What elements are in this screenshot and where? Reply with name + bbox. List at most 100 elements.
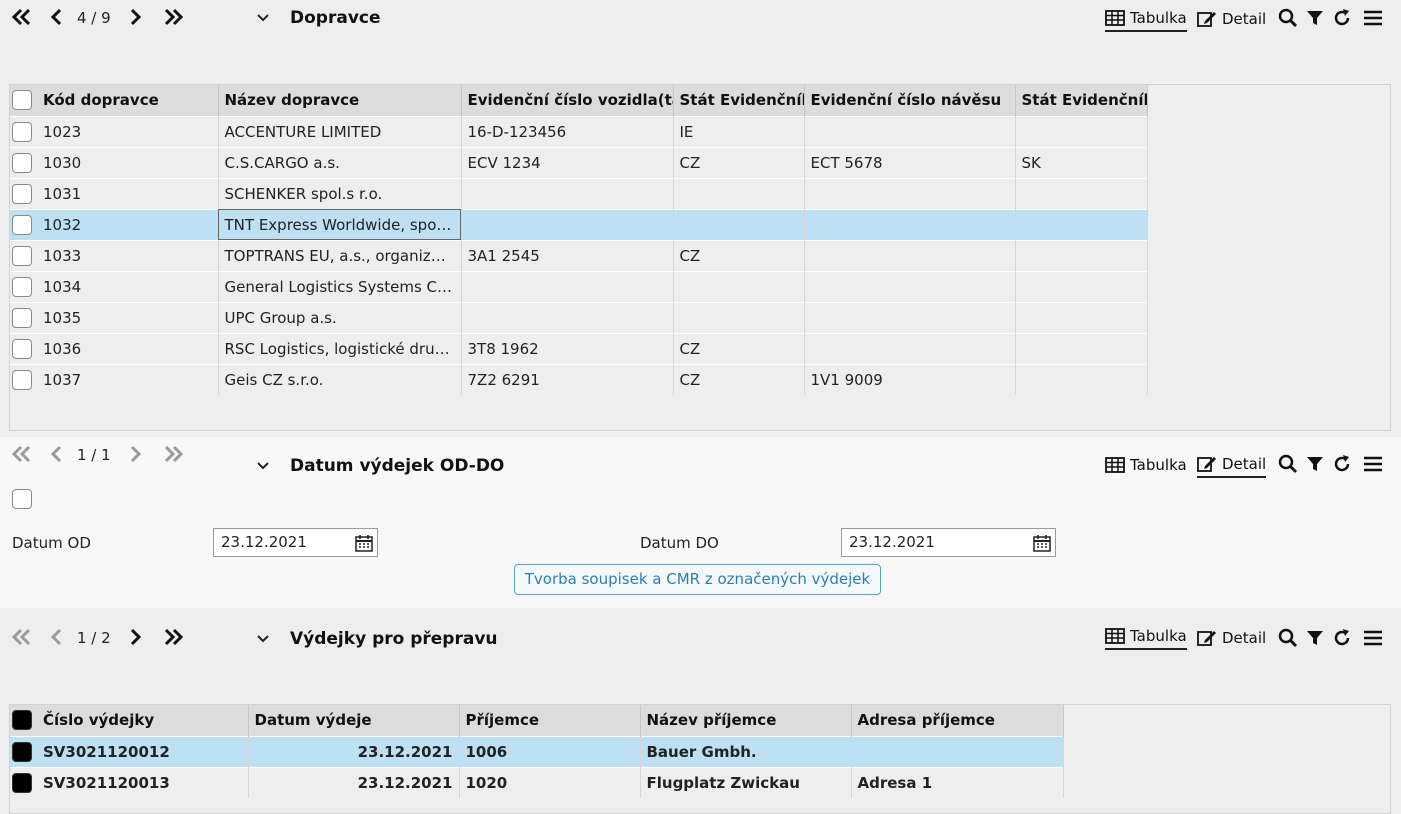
table-cell[interactable]: 1006 bbox=[459, 735, 641, 767]
refresh-icon[interactable] bbox=[1332, 628, 1352, 648]
table-cell[interactable]: 1037 bbox=[37, 363, 219, 395]
column-header[interactable]: Evidenční číslo návěsu bbox=[804, 85, 1016, 116]
create-cmr-button[interactable]: Tvorba soupisek a CMR z označených výdej… bbox=[514, 564, 881, 595]
row-checkbox[interactable] bbox=[12, 772, 32, 793]
row-checkbox[interactable] bbox=[12, 276, 32, 297]
row-checkbox-cell[interactable] bbox=[10, 115, 37, 147]
table-cell[interactable]: 1020 bbox=[459, 766, 641, 798]
last-page-icon[interactable] bbox=[161, 443, 185, 465]
table-cell[interactable] bbox=[804, 239, 1016, 271]
table-cell[interactable] bbox=[804, 177, 1016, 209]
column-header[interactable]: Název příjemce bbox=[640, 705, 852, 736]
table-cell[interactable] bbox=[1015, 177, 1148, 209]
table-cell[interactable]: 1034 bbox=[37, 270, 219, 302]
table-cell[interactable]: 16-D-123456 bbox=[461, 115, 674, 147]
table-cell[interactable] bbox=[1015, 363, 1148, 395]
table-row[interactable]: SV3021120013 23.12.2021 1020 Flugplatz Zwic… bbox=[10, 766, 1064, 798]
row-checkbox[interactable] bbox=[12, 121, 32, 142]
table-cell[interactable]: Flugplatz Zwickau bbox=[640, 766, 852, 798]
first-page-icon[interactable] bbox=[10, 6, 34, 28]
menu-icon[interactable] bbox=[1363, 8, 1383, 28]
table-cell[interactable]: 1035 bbox=[37, 301, 219, 333]
table-cell[interactable]: 1032 bbox=[37, 208, 219, 240]
row-checkbox-cell[interactable] bbox=[10, 332, 37, 364]
table-cell[interactable] bbox=[1015, 239, 1148, 271]
table-cell[interactable]: CZ bbox=[673, 146, 805, 178]
table-cell[interactable]: ECV 1234 bbox=[461, 146, 674, 178]
table-cell[interactable] bbox=[673, 208, 805, 240]
table-cell[interactable]: SK bbox=[1015, 146, 1148, 178]
table-cell[interactable] bbox=[804, 270, 1016, 302]
table-row[interactable]: 1036 RSC Logistics, logistické družs... 3T… bbox=[10, 332, 1148, 364]
table-cell[interactable]: 23.12.2021 bbox=[248, 735, 460, 767]
table-cell[interactable] bbox=[804, 208, 1016, 240]
table-cell[interactable] bbox=[1015, 301, 1148, 333]
menu-icon[interactable] bbox=[1363, 628, 1383, 648]
table-row[interactable]: 1033 TOPTRANS EU, a.s., organizač... 3A1 2… bbox=[10, 239, 1148, 271]
column-header[interactable]: Adresa příjemce bbox=[851, 705, 1064, 736]
row-checkbox[interactable] bbox=[12, 183, 32, 204]
filter-icon[interactable] bbox=[1305, 8, 1325, 28]
row-checkbox[interactable] bbox=[12, 369, 32, 390]
refresh-icon[interactable] bbox=[1332, 454, 1352, 474]
table-cell[interactable] bbox=[673, 270, 805, 302]
row-checkbox[interactable] bbox=[12, 245, 32, 266]
table-cell[interactable] bbox=[804, 115, 1016, 147]
table-cell[interactable] bbox=[673, 301, 805, 333]
date-from-field[interactable]: 23.12.2021 bbox=[213, 528, 378, 557]
column-header[interactable]: Stát Evidenčního bbox=[673, 85, 805, 116]
table-row[interactable]: SV3021120012 23.12.2021 1006 Bauer Gmbh. bbox=[10, 735, 1064, 767]
column-header[interactable]: Název dopravce bbox=[218, 85, 462, 116]
table-cell[interactable] bbox=[461, 270, 674, 302]
table-cell[interactable]: IE bbox=[673, 115, 805, 147]
table-cell[interactable]: 7Z2 6291 bbox=[461, 363, 674, 395]
row-checkbox[interactable] bbox=[12, 214, 32, 235]
tab-table[interactable]: Tabulka bbox=[1105, 624, 1187, 650]
row-checkbox[interactable] bbox=[12, 741, 32, 762]
chevron-down-icon[interactable] bbox=[255, 630, 271, 646]
table-cell[interactable] bbox=[1015, 208, 1148, 240]
chevron-down-icon[interactable] bbox=[255, 9, 271, 25]
table-cell[interactable] bbox=[461, 208, 674, 240]
table-cell[interactable]: Bauer Gmbh. bbox=[640, 735, 852, 767]
next-page-icon[interactable] bbox=[128, 626, 142, 648]
row-checkbox-cell[interactable] bbox=[10, 766, 37, 798]
search-icon[interactable] bbox=[1278, 454, 1298, 474]
refresh-icon[interactable] bbox=[1332, 8, 1352, 28]
table-cell[interactable]: 1030 bbox=[37, 146, 219, 178]
calendar-icon[interactable] bbox=[1033, 534, 1051, 552]
tab-detail[interactable]: Detail bbox=[1197, 6, 1266, 32]
table-cell[interactable]: C.S.CARGO a.s. bbox=[218, 146, 462, 178]
table-cell[interactable] bbox=[673, 177, 805, 209]
row-checkbox-cell[interactable] bbox=[10, 301, 37, 333]
table-cell[interactable] bbox=[1015, 115, 1148, 147]
table-row[interactable]: 1035 UPC Group a.s. bbox=[10, 301, 1148, 333]
date-to-field[interactable]: 23.12.2021 bbox=[841, 528, 1056, 557]
table-cell[interactable]: CZ bbox=[673, 239, 805, 271]
record-checkbox[interactable] bbox=[12, 489, 32, 509]
prev-page-icon[interactable] bbox=[50, 626, 64, 648]
tab-detail[interactable]: Detail bbox=[1197, 452, 1267, 478]
table-cell[interactable] bbox=[804, 301, 1016, 333]
table-cell[interactable]: SV3021120012 bbox=[37, 735, 249, 767]
select-all-checkbox[interactable] bbox=[12, 90, 32, 111]
table-cell[interactable]: SCHENKER spol.s r.o. bbox=[218, 177, 462, 209]
first-page-icon[interactable] bbox=[10, 626, 34, 648]
search-icon[interactable] bbox=[1278, 628, 1298, 648]
row-checkbox[interactable] bbox=[12, 307, 32, 328]
select-all-checkbox[interactable] bbox=[12, 710, 32, 731]
table-cell[interactable]: ACCENTURE LIMITED bbox=[218, 115, 462, 147]
last-page-icon[interactable] bbox=[161, 626, 185, 648]
table-cell[interactable]: General Logistics Systems Cz... bbox=[218, 270, 462, 302]
first-page-icon[interactable] bbox=[10, 443, 34, 465]
table-cell[interactable]: ECT 5678 bbox=[804, 146, 1016, 178]
table-cell[interactable]: UPC Group a.s. bbox=[218, 301, 462, 333]
table-cell[interactable]: 1036 bbox=[37, 332, 219, 364]
table-cell[interactable]: 1023 bbox=[37, 115, 219, 147]
table-cell[interactable] bbox=[851, 735, 1064, 767]
table-cell[interactable]: 1033 bbox=[37, 239, 219, 271]
row-checkbox-cell[interactable] bbox=[10, 735, 37, 767]
table-cell[interactable]: Geis CZ s.r.o. bbox=[218, 363, 462, 395]
table-cell[interactable]: 3T8 1962 bbox=[461, 332, 674, 364]
row-checkbox-cell[interactable] bbox=[10, 208, 37, 240]
